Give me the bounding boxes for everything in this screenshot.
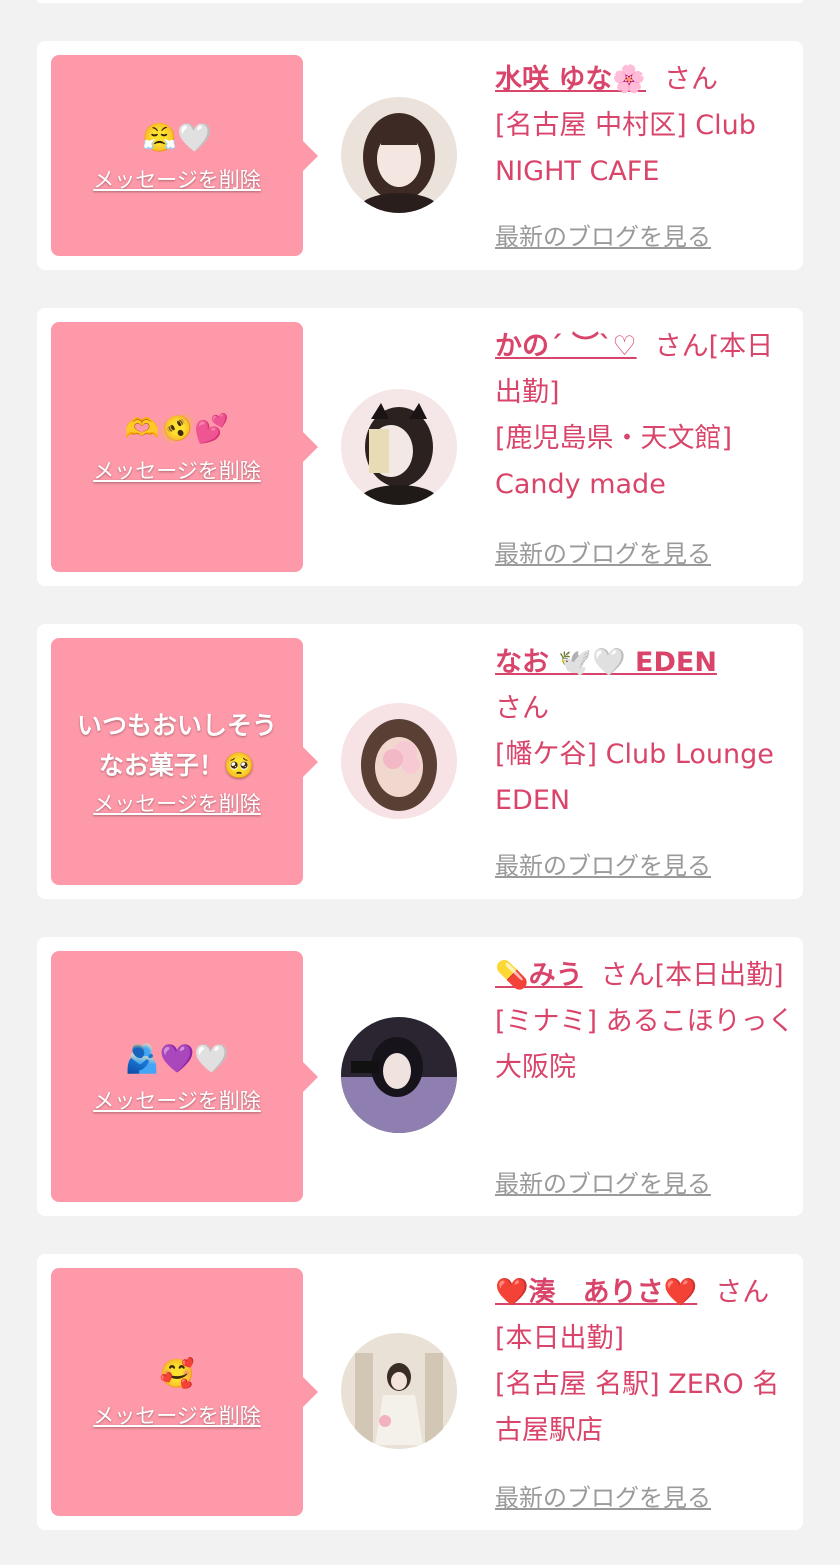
message-emoji: 🥰 (159, 1357, 195, 1390)
shop-name: [幡ケ谷] Club Lounge EDEN (495, 739, 774, 816)
girl-info: 水咲 ゆな🌸 さん [名古屋 中村区] Club NIGHT CAFE (495, 57, 795, 195)
message-emoji: 😤🤍 (142, 120, 212, 154)
girl-name-link[interactable]: 水咲 ゆな🌸 (495, 64, 646, 95)
girl-info: なお 🕊️🤍 EDEN さん [幡ケ谷] Club Lounge EDEN (495, 640, 795, 824)
message-emoji: 🫂💜🤍 (124, 1041, 230, 1075)
honorific: さん (664, 64, 719, 95)
message-bubble: 😤🤍 メッセージを削除 (51, 55, 318, 256)
honorific: さん (495, 693, 549, 724)
message-card: 😤🤍 メッセージを削除 水咲 ゆな🌸 さん [名古屋 中村区] Club NIGH… (37, 41, 803, 270)
message-card: 🫂💜🤍 メッセージを削除 💊みう さん[本日出勤] [ミナミ] あるこほりっく 大… (37, 937, 803, 1216)
girl-name-link[interactable]: なお 🕊️🤍 EDEN (495, 647, 717, 678)
girl-info: かの´ ︶`♡ さん[本日出勤] [鹿児島県・天文館] Candy made (495, 324, 795, 508)
latest-blog-link[interactable]: 最新のブログを見る (495, 846, 711, 881)
avatar[interactable] (341, 1333, 457, 1449)
latest-blog-link[interactable]: 最新のブログを見る (495, 217, 711, 252)
latest-blog-link[interactable]: 最新のブログを見る (495, 1478, 711, 1513)
latest-blog-link[interactable]: 最新のブログを見る (495, 534, 711, 569)
latest-blog-link[interactable]: 最新のブログを見る (495, 1164, 711, 1199)
delete-message-link[interactable]: メッセージを削除 (93, 164, 261, 194)
avatar[interactable] (341, 389, 457, 505)
girl-name-link[interactable]: ❤️湊 ありさ❤️ (495, 1277, 697, 1308)
message-bubble: 🫶🫨💕 メッセージを削除 (51, 322, 318, 572)
shop-name: [鹿児島県・天文館] Candy made (495, 423, 733, 500)
message-emoji: 🫶🫨💕 (124, 412, 230, 445)
delete-message-link[interactable]: メッセージを削除 (93, 1400, 261, 1430)
girl-name-link[interactable]: かの´ ︶`♡ (495, 331, 637, 362)
shop-name: [ミナミ] あるこほりっく 大阪院 (495, 1006, 795, 1083)
delete-message-link[interactable]: メッセージを削除 (93, 788, 261, 818)
avatar[interactable] (341, 97, 457, 213)
girl-info: 💊みう さん[本日出勤] [ミナミ] あるこほりっく 大阪院 (495, 953, 795, 1091)
shop-name: [名古屋 中村区] Club NIGHT CAFE (495, 110, 756, 187)
avatar[interactable] (341, 703, 457, 819)
message-bubble: いつもおいしそうなお菓子！🥺 メッセージを削除 (51, 638, 318, 885)
girl-name-link[interactable]: 💊みう (495, 960, 583, 991)
message-card: 🫶🫨💕 メッセージを削除 かの´ ︶`♡ さん[本日出勤] [鹿児島県・天文館] … (37, 308, 803, 586)
honorific: さん[本日出勤] (600, 960, 784, 991)
previous-card-edge (37, 0, 803, 3)
message-bubble: 🥰 メッセージを削除 (51, 1268, 318, 1516)
message-text: いつもおいしそうなお菓子！🥺 (76, 710, 277, 780)
girl-info: ❤️湊 ありさ❤️ さん[本日出勤] [名古屋 名駅] ZERO 名古屋駅店 (495, 1270, 795, 1454)
delete-message-link[interactable]: メッセージを削除 (93, 455, 261, 485)
delete-message-link[interactable]: メッセージを削除 (93, 1085, 261, 1115)
message-card: 🥰 メッセージを削除 ❤️湊 ありさ❤️ さん[本日出勤] [名古屋 名駅] ZE… (37, 1254, 803, 1530)
message-card: いつもおいしそうなお菓子！🥺 メッセージを削除 なお 🕊️🤍 EDEN さん [幡… (37, 624, 803, 899)
avatar[interactable] (341, 1017, 457, 1133)
shop-name: [名古屋 名駅] ZERO 名古屋駅店 (495, 1369, 780, 1446)
message-bubble: 🫂💜🤍 メッセージを削除 (51, 951, 318, 1202)
